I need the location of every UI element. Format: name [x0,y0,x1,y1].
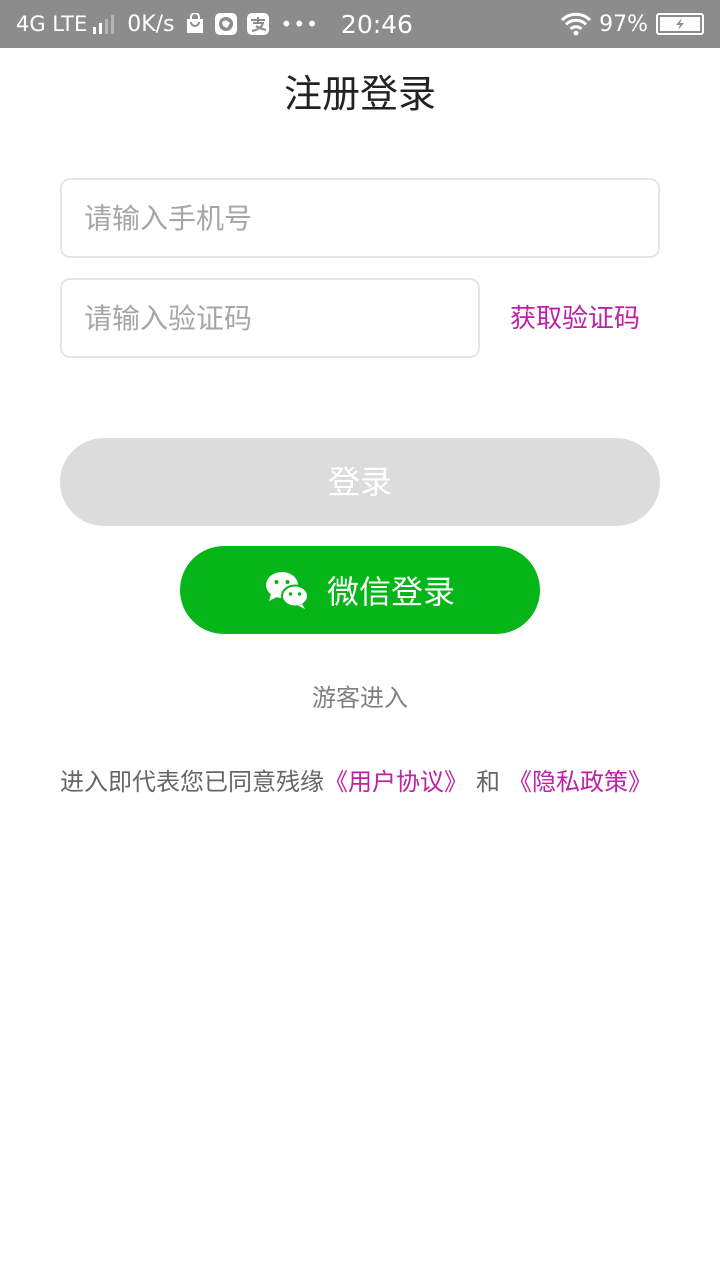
login-page: 4G LTE 0K/s ••• 20:46 97% 注册登录 请输入手机号 请输… [0,0,720,1280]
wechat-login-label: 微信登录 [326,573,455,611]
more-notifications-icon: ••• [280,12,319,36]
network-type: 4G LTE [16,12,88,36]
guest-entry-link[interactable]: 游客进入 [312,684,408,712]
wechat-icon [265,570,309,610]
agreement-and: 和 [476,768,500,796]
browser-icon [214,12,237,36]
signal-icon [93,14,117,34]
privacy-policy-link[interactable]: 《隐私政策》 [508,768,652,796]
bag-icon [185,12,205,36]
agreement-prefix: 进入即代表您已同意残缘 [60,768,324,796]
page-title: 注册登录 [283,72,436,116]
battery-icon [656,13,706,35]
guest-entry-container: 游客进入 [0,678,720,718]
verification-code-container [60,278,480,358]
status-bar-left: 4G LTE 0K/s ••• 20:46 [16,0,561,48]
get-code-button[interactable]: 获取验证码 [510,296,690,342]
wechat-login-button[interactable]: 微信登录 [180,546,540,634]
user-agreement-link[interactable]: 《用户协议》 [324,768,468,796]
network-speed: 0K/s [127,11,175,37]
phone-input-container [60,178,660,258]
status-bar: 4G LTE 0K/s ••• 20:46 97% [0,0,720,48]
verification-code-input[interactable] [62,280,478,356]
clock-time: 20:46 [340,9,413,39]
wifi-icon [561,12,592,36]
status-bar-right: 97% [561,0,706,48]
battery-percent: 97% [599,11,648,37]
agreement-text: 进入即代表您已同意残缘《用户协议》和《隐私政策》 [60,762,680,802]
phone-input[interactable] [62,180,658,256]
alipay-icon [246,12,269,36]
login-button[interactable]: 登录 [60,438,660,526]
